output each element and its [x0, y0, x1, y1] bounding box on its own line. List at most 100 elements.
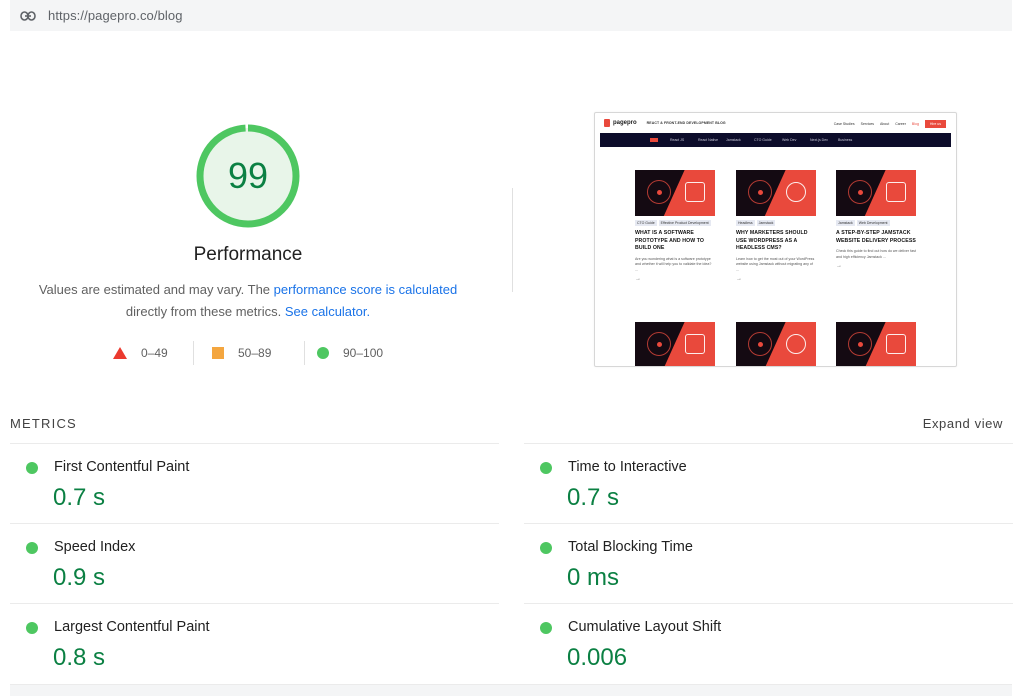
metric-name: Cumulative Layout Shift: [568, 619, 722, 635]
circle-pass-icon: [317, 347, 329, 359]
metric-first-contentful-paint: First Contentful Paint 0.7 s: [10, 443, 499, 523]
arrow-right-icon: →: [836, 263, 842, 269]
thumb-nav-item: React Native: [698, 138, 719, 142]
metric-value: 0.7 s: [53, 484, 106, 511]
legend-pass: 90–100: [317, 344, 383, 362]
thumb-hire-button: Hire us: [924, 120, 946, 128]
thumb-card: [736, 322, 816, 366]
legend-average-label: 50–89: [238, 346, 272, 360]
final-screenshot[interactable]: pagepro REACT & FRONT-END DEVELOPMENT BL…: [594, 112, 957, 367]
page-url[interactable]: https://pagepro.co/blog: [48, 8, 183, 23]
pass-circle-icon: [540, 462, 552, 474]
card-tag: Jamstack: [756, 220, 776, 226]
thumb-nav-item: CTO Guide: [754, 138, 772, 142]
link-icon: [20, 10, 38, 22]
atom-icon: [647, 180, 671, 204]
card-image: [736, 322, 816, 366]
delivery-icon: [886, 182, 906, 202]
thumb-link: Services: [860, 122, 875, 126]
thumb-nav: React JS React Native Jamstack CTO Guide…: [600, 133, 951, 147]
see-calculator-link[interactable]: See calculator.: [285, 304, 370, 319]
thumb-brand: pagepro: [613, 120, 637, 126]
legend-divider: [304, 341, 305, 365]
thumb-link: Career: [895, 122, 906, 126]
thumb-card: Headless Jamstack WHY MARKETERS SHOULD US…: [736, 170, 816, 282]
card-excerpt: Learn how to get the most out of your Wo…: [736, 256, 815, 272]
pass-circle-icon: [26, 622, 38, 634]
metric-name: Largest Contentful Paint: [54, 619, 210, 635]
thumb-link: About: [880, 122, 890, 126]
thumb-card: CTO Guide Effective Product Development W…: [635, 170, 715, 282]
thumb-card: Jamstack Web Development A STEP-BY-STEP J…: [836, 170, 916, 269]
thumb-nav-item: Business: [838, 138, 853, 142]
pass-circle-icon: [26, 462, 38, 474]
card-tag: Headless: [736, 220, 755, 226]
card-image: [736, 170, 816, 216]
atom-icon: [647, 332, 671, 356]
metric-total-blocking-time: Total Blocking Time 0 ms: [524, 523, 1013, 603]
metric-largest-contentful-paint: Largest Contentful Paint 0.8 s: [10, 603, 499, 683]
window-icon: [886, 334, 906, 354]
metric-speed-index: Speed Index 0.9 s: [10, 523, 499, 603]
desc-prefix: Values are estimated and may vary. The: [38, 282, 274, 297]
thumb-nav-item: Web Dev: [782, 138, 797, 142]
pass-circle-icon: [540, 542, 552, 554]
metric-name: Time to Interactive: [568, 459, 687, 475]
metric-name: Speed Index: [54, 539, 136, 555]
thumb-logo: pagepro: [604, 119, 637, 127]
arrow-right-icon: →: [736, 276, 742, 282]
performance-score-link[interactable]: performance score is calculated: [274, 282, 458, 297]
desc-middle: directly from these metrics.: [125, 304, 285, 319]
thumb-link: Blog: [911, 122, 919, 126]
card-tag: CTO Guide: [635, 220, 657, 226]
bottom-divider: [10, 684, 1012, 696]
card-image: [836, 322, 916, 366]
metric-value: 0.7 s: [567, 484, 620, 511]
thumb-links: Case Studies Services About Career Blog …: [834, 120, 946, 128]
performance-gauge: 99: [196, 124, 300, 228]
square-average-icon: [212, 347, 224, 359]
metrics-heading: METRICS: [10, 416, 77, 431]
legend-fail-label: 0–49: [141, 346, 168, 360]
expand-view-button[interactable]: Expand view: [923, 416, 1003, 431]
metric-value: 0.006: [567, 644, 628, 671]
legend-average: 50–89: [212, 344, 271, 362]
thumb-tagline: REACT & FRONT-END DEVELOPMENT BLOG: [646, 121, 726, 125]
thumb-card: [836, 322, 916, 366]
performance-score: 99: [227, 155, 269, 196]
card-image: [635, 170, 715, 216]
card-title: A STEP-BY-STEP JAMSTACK WEBSITE DELIVERY…: [836, 230, 916, 244]
metric-value: 0.8 s: [53, 644, 106, 671]
metric-time-to-interactive: Time to Interactive 0.7 s: [524, 443, 1013, 523]
metric-name: First Contentful Paint: [54, 459, 190, 475]
pass-circle-icon: [26, 542, 38, 554]
legend-pass-label: 90–100: [343, 346, 384, 360]
pagepro-logo-icon: [604, 119, 610, 127]
atom-icon: [748, 180, 772, 204]
metric-name: Total Blocking Time: [568, 539, 693, 555]
pass-circle-icon: [540, 622, 552, 634]
atom-icon: [848, 332, 872, 356]
thumb-link: Case Studies: [833, 122, 855, 126]
arrow-right-icon: →: [635, 276, 641, 282]
gauge-description: Values are estimated and may vary. The p…: [28, 279, 468, 323]
prototype-icon: [685, 182, 705, 202]
legend-divider: [193, 341, 194, 365]
thumb-nav-item: React JS: [670, 138, 685, 142]
card-tag: Web Development: [856, 220, 890, 226]
thumb-card: [635, 322, 715, 366]
atom-icon: [748, 332, 772, 356]
triangle-fail-icon: [113, 347, 127, 359]
mobile-icon: [685, 334, 705, 354]
url-bar: https://pagepro.co/blog: [10, 0, 1012, 31]
card-image: [836, 170, 916, 216]
card-excerpt: Check this guide to find out how do we d…: [836, 249, 916, 259]
thumb-nav-logo-icon: [650, 138, 658, 142]
card-title: WHY MARKETERS SHOULD USE WORDPRESS AS A …: [736, 230, 808, 251]
speed-icon: [786, 334, 806, 354]
thumb-header: pagepro REACT & FRONT-END DEVELOPMENT BL…: [595, 113, 956, 133]
gauge-title: Performance: [193, 244, 303, 265]
metric-value: 0.9 s: [53, 564, 106, 591]
atom-icon: [848, 180, 872, 204]
card-title: WHAT IS A SOFTWARE PROTOTYPE AND HOW TO …: [635, 230, 705, 251]
